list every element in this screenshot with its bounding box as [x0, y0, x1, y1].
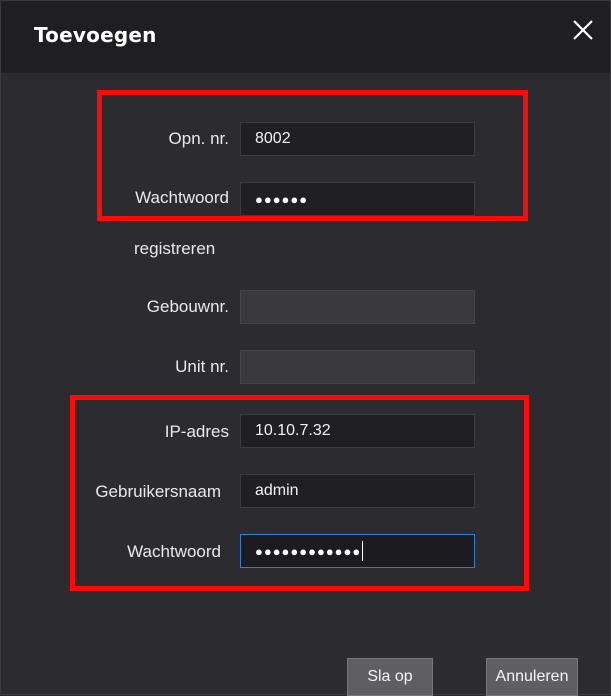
password-label: Wachtwoord — [127, 542, 221, 561]
room-number-input[interactable]: 8002 — [240, 122, 475, 156]
password-input[interactable]: ●●●●●●●●●●●● — [240, 534, 475, 568]
ip-address-label: IP-adres — [164, 422, 229, 441]
password-mask: ●●●●●●●●●●●● — [255, 543, 362, 559]
close-icon[interactable] — [570, 17, 596, 43]
cancel-button[interactable]: Annuleren — [486, 658, 578, 696]
add-dialog: Toevoegen Opn. nr. 8002 Wachtwoord ●●●●●… — [0, 0, 611, 696]
room-password-mask: ●●●●●● — [255, 191, 309, 207]
username-label: Gebruikersnaam — [95, 482, 221, 501]
text-caret — [362, 541, 364, 561]
building-number-label: Gebouwnr. — [146, 297, 229, 316]
room-password-input[interactable]: ●●●●●● — [240, 182, 475, 216]
building-number-input[interactable] — [240, 290, 475, 324]
unit-number-label: Unit nr. — [175, 357, 229, 376]
ip-address-input[interactable]: 10.10.7.32 — [240, 414, 475, 448]
username-input[interactable]: admin — [240, 474, 475, 508]
save-button[interactable]: Sla op — [347, 658, 433, 696]
unit-number-input[interactable] — [240, 350, 475, 384]
room-password-label: Wachtwoord — [135, 188, 229, 207]
dialog-titlebar: Toevoegen — [1, 1, 610, 73]
register-label: registreren — [134, 239, 216, 258]
room-number-label: Opn. nr. — [168, 129, 229, 148]
dialog-title: Toevoegen — [34, 23, 157, 47]
